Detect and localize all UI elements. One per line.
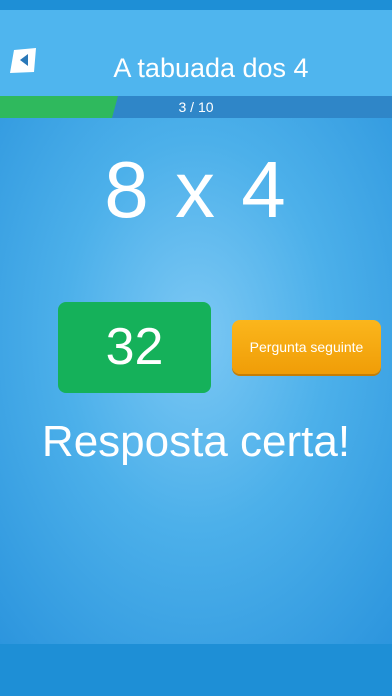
page-title: A tabuada dos 4 xyxy=(113,53,309,83)
progress-bar: 3 / 10 xyxy=(0,96,392,118)
question-text: 8 x 4 xyxy=(104,145,288,234)
back-arrow-icon xyxy=(8,46,38,76)
header-bar: A tabuada dos 4 xyxy=(0,10,392,96)
back-button[interactable] xyxy=(8,46,38,76)
bottom-strip xyxy=(0,644,392,696)
progress-label: 3 / 10 xyxy=(178,99,214,115)
result-message: Resposta certa! xyxy=(41,417,351,466)
next-question-button[interactable]: Pergunta seguinte xyxy=(232,320,381,374)
answer-box: 32 xyxy=(58,302,211,393)
top-strip xyxy=(0,0,392,10)
